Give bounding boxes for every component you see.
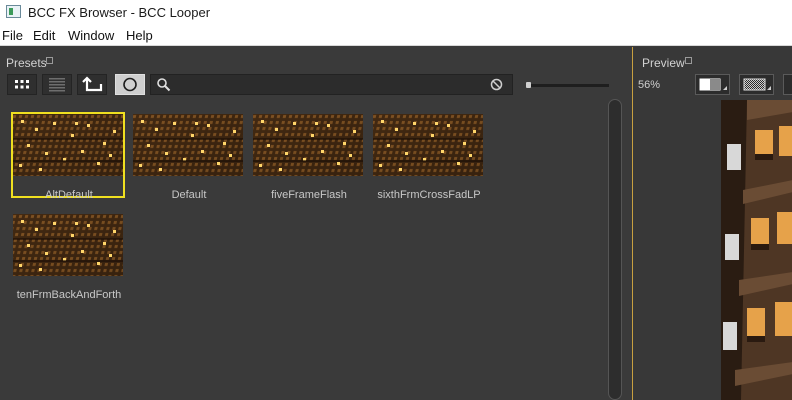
circle-toggle-button[interactable]	[115, 74, 145, 95]
preset-label: Default	[171, 189, 207, 201]
menu-file[interactable]: File	[2, 28, 23, 43]
preset-thumbnail	[133, 114, 243, 176]
preset-thumbnail	[253, 114, 363, 176]
grid-view-icon	[15, 80, 29, 89]
panel-menu-icon[interactable]	[46, 57, 53, 64]
preview-more-button[interactable]	[783, 74, 792, 95]
app-icon	[6, 5, 21, 18]
preview-panel: Preview 56%	[632, 47, 792, 400]
zoom-level: 56%	[638, 79, 661, 91]
window-title: BCC FX Browser - BCC Looper	[28, 5, 211, 20]
checkerboard-button[interactable]	[739, 74, 774, 95]
menu-edit[interactable]: Edit	[33, 28, 55, 43]
circle-icon	[123, 77, 137, 92]
preset-thumbnail	[13, 214, 123, 276]
thumbnail-size-slider[interactable]	[527, 84, 609, 87]
search-input[interactable]	[150, 74, 513, 95]
up-folder-button[interactable]	[77, 74, 107, 95]
preview-tab-label[interactable]: Preview	[642, 56, 685, 70]
menu-window[interactable]: Window	[68, 28, 114, 43]
preset-label: tenFrmBackAndForth	[16, 289, 122, 301]
menu-help[interactable]: Help	[126, 28, 153, 43]
title-bar: BCC FX Browser - BCC Looper	[0, 0, 792, 26]
list-view-icon	[49, 78, 65, 92]
preview-image	[721, 100, 792, 400]
up-folder-icon	[82, 76, 103, 92]
grid-view-button[interactable]	[7, 74, 37, 95]
search-icon	[157, 78, 171, 92]
list-view-button[interactable]	[42, 74, 72, 95]
preset-label: sixthFrmCrossFadLP	[377, 189, 481, 201]
checker-icon	[743, 78, 771, 91]
preset-label: AltDefault	[45, 189, 93, 201]
preset-thumbnail	[373, 114, 483, 176]
preset-label: fiveFrameFlash	[271, 189, 347, 201]
presets-tab-label[interactable]: Presets	[6, 56, 47, 70]
clear-icon[interactable]	[489, 77, 505, 93]
compare-icon	[699, 78, 727, 91]
slider-handle[interactable]	[526, 82, 531, 88]
preset-thumbnail	[13, 114, 123, 176]
menu-bar: File Edit Window Help	[0, 26, 792, 46]
panel-menu-icon[interactable]	[685, 57, 692, 64]
presets-scrollbar[interactable]	[608, 99, 622, 400]
compare-mode-button[interactable]	[695, 74, 730, 95]
presets-panel: Presets AltDefault Default fiveFrameFlas…	[0, 47, 628, 400]
